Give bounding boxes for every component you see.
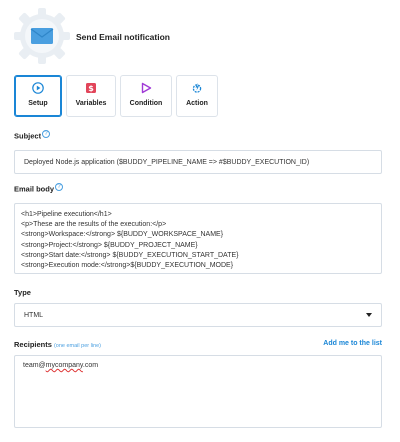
email-body-label-text: Email body: [14, 184, 55, 194]
tab-setup[interactable]: Setup: [14, 75, 62, 117]
type-select[interactable]: HTML: [14, 303, 382, 327]
recipient-email-prefix: team@: [23, 362, 46, 369]
help-icon[interactable]: ?: [42, 130, 51, 138]
tab-label: Condition: [129, 100, 163, 107]
email-body-line: <h1>Pipeline execution</h1>: [21, 211, 112, 218]
action-header: Send Email notification: [14, 8, 394, 70]
email-body-line: <strong>Start date:</strong> ${BUDDY_EXE…: [21, 251, 239, 259]
tab-action[interactable]: Action: [176, 75, 218, 117]
add-me-to-list-link[interactable]: Add me to the list: [323, 340, 382, 347]
recipient-email-suffix: .com: [82, 362, 99, 369]
recipients-label-text: Recipients: [14, 340, 52, 349]
tab-label: Action: [186, 100, 208, 107]
email-body-textarea[interactable]: <h1>Pipeline execution</h1> <p>These are…: [14, 203, 382, 274]
recipients-hint: (one email per line): [53, 343, 102, 349]
recipients-textarea[interactable]: team@mycompany.com: [14, 355, 382, 428]
email-body-label: Email body?: [14, 183, 64, 194]
recipient-email-domain: mycompany: [45, 362, 83, 369]
subject-label-text: Subject: [14, 131, 42, 141]
svg-text:$: $: [88, 84, 94, 93]
tab-label: Setup: [28, 100, 48, 107]
recipient-email: team@mycompany.com: [23, 362, 98, 369]
email-body-line: <strong>Execution mode:</strong>${BUDDY_…: [21, 262, 234, 270]
caret-down-icon: [366, 313, 372, 317]
envelope-gear-icon: [14, 8, 70, 64]
play-triangle-icon: [141, 82, 152, 94]
tab-label: Variables: [75, 100, 107, 107]
dollar-square-icon: $: [86, 83, 96, 93]
help-icon[interactable]: ?: [55, 183, 64, 191]
email-body-line: <strong>Project:</strong> ${BUDDY_PROJEC…: [21, 241, 198, 249]
type-label: Type: [14, 288, 31, 297]
gear-bolt-icon: [192, 83, 202, 93]
action-title: Send Email notification: [76, 32, 170, 42]
tab-variables[interactable]: $ Variables: [66, 75, 116, 117]
type-selected-value: HTML: [24, 312, 44, 319]
subject-input[interactable]: Deployed Node.js application ($BUDDY_PIP…: [14, 150, 382, 174]
tab-condition[interactable]: Condition: [120, 75, 172, 117]
play-circle-icon: [32, 82, 44, 94]
email-body-line: <strong>Workspace:</strong> ${BUDDY_WORK…: [21, 231, 224, 239]
email-body-line: <p>These are the results of the executio…: [21, 221, 167, 229]
subject-label: Subject?: [14, 130, 51, 141]
action-tabs: Setup $ Variables Condition Action: [14, 75, 218, 117]
recipients-label: Recipients (one email per line): [14, 340, 101, 349]
